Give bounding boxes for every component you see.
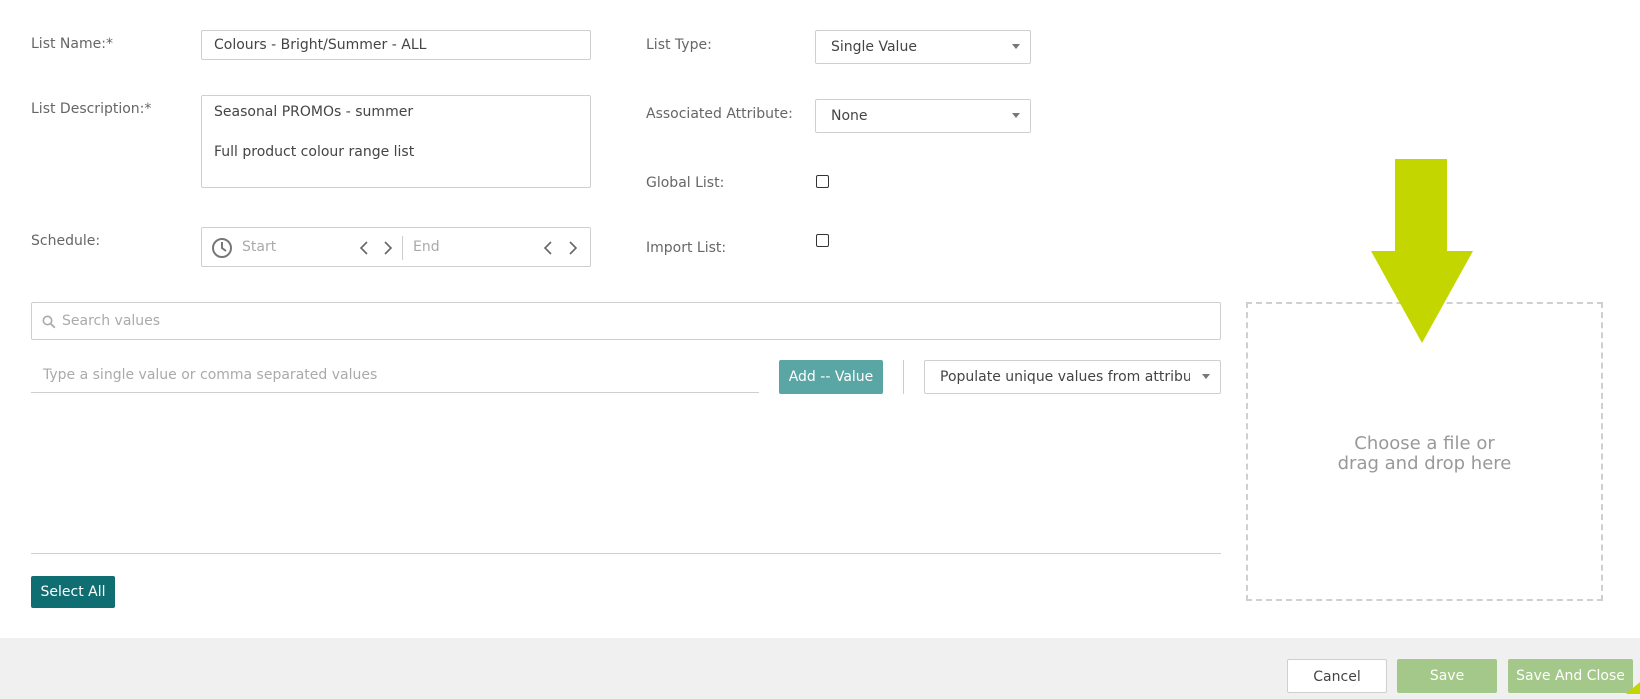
associated-attribute-select[interactable]: None [815,99,1031,133]
search-values-placeholder: Search values [62,313,161,329]
add-value-input[interactable]: Type a single value or comma separated v… [31,359,759,393]
import-list-label: Import List: [646,240,727,256]
select-all-button[interactable]: Select All [31,576,115,608]
description-line-2: Full product colour range list [214,144,415,160]
schedule-label: Schedule: [31,233,101,249]
end-next-icon[interactable] [567,240,579,256]
start-prev-icon[interactable] [358,240,370,256]
list-description-label: List Description:* [31,101,152,117]
corner-arrow-tip [1626,682,1640,694]
description-line-1: Seasonal PROMOs - summer [214,104,414,120]
vertical-divider [903,360,904,394]
list-name-label: List Name:* [31,36,113,52]
global-list-checkbox[interactable] [816,175,829,188]
save-button[interactable]: Save [1397,659,1497,693]
schedule-start-input[interactable]: Start [242,239,276,255]
schedule-end-input[interactable]: End [413,239,440,255]
global-list-label: Global List: [646,175,725,191]
drop-zone-line-2: drag and drop here [1337,453,1512,474]
schedule-range: Start End [201,227,591,267]
save-and-close-button[interactable]: Save And Close [1508,659,1633,693]
schedule-divider [402,236,403,260]
list-name-value: Colours - Bright/Summer - ALL [214,37,427,53]
list-type-value: Single Value [831,39,917,55]
list-type-select[interactable]: Single Value [815,30,1031,64]
populate-attribute-value: Populate unique values from attribute [940,369,1190,385]
list-description-textarea[interactable]: Seasonal PROMOs - summer Full product co… [201,95,591,188]
clock-icon[interactable] [211,237,233,259]
end-prev-icon[interactable] [542,240,554,256]
associated-attribute-label: Associated Attribute: [646,106,793,122]
cancel-button[interactable]: Cancel [1287,659,1387,693]
arrow-down-icon [1371,159,1473,343]
import-list-checkbox[interactable] [816,234,829,247]
start-next-icon[interactable] [382,240,394,256]
associated-attribute-value: None [831,108,868,124]
chevron-down-icon [1202,374,1210,379]
add-value-placeholder: Type a single value or comma separated v… [43,367,378,383]
search-icon [42,315,56,329]
list-type-label: List Type: [646,37,712,53]
list-name-input[interactable]: Colours - Bright/Summer - ALL [201,30,591,60]
file-drop-zone[interactable]: Choose a file or drag and drop here [1246,302,1603,601]
search-values-input[interactable]: Search values [31,302,1221,340]
values-divider [31,553,1221,554]
drop-zone-line-1: Choose a file or [1354,433,1495,454]
populate-attribute-select[interactable]: Populate unique values from attribute [924,360,1221,394]
add-value-button[interactable]: Add -- Value [779,360,883,394]
form-panel: List Name:* Colours - Bright/Summer - AL… [0,0,1640,638]
chevron-down-icon [1012,113,1020,118]
chevron-down-icon [1012,44,1020,49]
